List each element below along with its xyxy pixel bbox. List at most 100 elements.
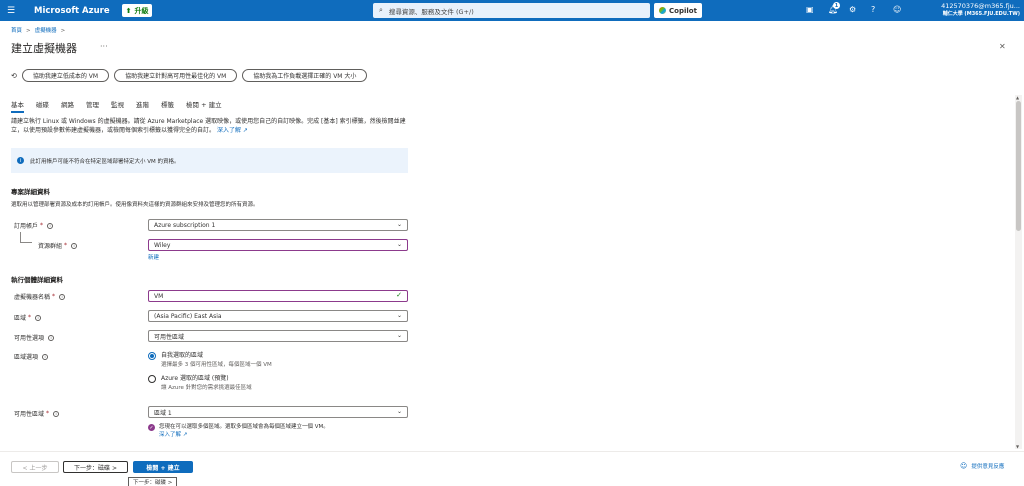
menu-icon[interactable]: ☰ — [0, 6, 22, 16]
account-menu[interactable]: 412570376@m365.fju... 輔仁大學 (M365.FJU.EDU… — [941, 2, 1020, 18]
tab-advanced[interactable]: 進階 — [136, 99, 149, 111]
breadcrumb-separator: > — [60, 28, 66, 34]
brand-link[interactable]: Microsoft Azure — [34, 6, 110, 16]
more-icon[interactable]: ··· — [100, 42, 108, 51]
info-icon[interactable]: i — [59, 293, 66, 300]
helper-vm-size-button[interactable]: 協助我為工作負載選擇正確的 VM 大小 — [242, 69, 368, 82]
copilot-icon — [659, 7, 667, 14]
page-title: 建立虛擬機器 — [11, 42, 77, 55]
next-disks-button[interactable]: 下一步：磁碟 > — [63, 461, 128, 473]
breadcrumb-home[interactable]: 首頁 — [11, 28, 22, 34]
chevron-down-icon: ⌄ — [396, 332, 402, 339]
required-marker: * — [46, 410, 50, 417]
region-value: (Asia Pacific) East Asia — [154, 312, 222, 320]
resource-group-dropdown[interactable]: Wiley ⌄ — [148, 239, 408, 251]
availability-zone-dropdown[interactable]: 區域 1 ⌄ — [148, 406, 408, 418]
scrollbar-thumb[interactable] — [1016, 101, 1021, 231]
radio2-subtitle: 讓 Azure 針對您的需求挑選最佳區域 — [161, 385, 252, 391]
radio1-title: 自我選取的區域 — [161, 352, 204, 359]
resource-group-label-text: 資源群組 — [38, 243, 63, 250]
next-button-tooltip: 下一步：磁碟 > — [128, 477, 178, 486]
scroll-down-icon[interactable]: ▼ — [1016, 444, 1019, 449]
feedback-icon[interactable]: ☺ — [893, 5, 901, 14]
tab-tags[interactable]: 標籤 — [161, 99, 174, 111]
create-new-resource-group-link[interactable]: 新建 — [148, 253, 159, 261]
intro-body: 請建立執行 Linux 或 Windows 的虛擬機器。請從 Azure Mar… — [11, 118, 406, 134]
availability-zone-label-text: 可用性區域 — [14, 411, 45, 418]
region-label: 區域 * i — [14, 313, 42, 322]
resource-group-value: Wiley — [154, 241, 171, 249]
info-icon[interactable]: i — [47, 222, 54, 229]
tab-monitoring[interactable]: 監視 — [111, 99, 124, 111]
give-feedback-link[interactable]: ☺ 提供意見反應 — [960, 462, 1004, 470]
copilot-button[interactable]: Copilot — [654, 3, 702, 18]
feedback-label: 提供意見反應 — [971, 464, 1005, 470]
breadcrumb: 首頁 > 虛擬機器 > — [11, 26, 69, 34]
subscription-value: Azure subscription 1 — [154, 221, 216, 229]
info-icon[interactable]: i — [71, 242, 78, 249]
region-dropdown[interactable]: (Asia Pacific) East Asia ⌄ — [148, 310, 408, 322]
vm-name-label: 虛擬機器名稱 * i — [14, 292, 66, 301]
tab-bar: 基本 磁碟 網路 管理 監視 進階 標籤 檢閱 + 建立 — [11, 99, 234, 113]
required-marker: * — [40, 222, 44, 229]
instance-details-heading: 執行個體詳細資料 — [11, 276, 63, 284]
copilot-helper-icon: ⟲ — [11, 71, 17, 80]
chevron-down-icon: ⌄ — [396, 241, 402, 248]
helper-low-cost-button[interactable]: 協助我建立低成本的 VM — [21, 69, 110, 82]
vm-name-input[interactable]: VM ✓ — [148, 290, 408, 302]
radio-button-selected[interactable] — [148, 352, 156, 360]
zone-note-learn-more-link[interactable]: 深入了解 ↗ — [159, 431, 329, 439]
account-user: 412570376@m365.fju... — [941, 2, 1020, 10]
required-marker: * — [64, 242, 68, 249]
breadcrumb-separator: > — [26, 28, 31, 34]
chevron-down-icon: ⌄ — [396, 312, 402, 319]
vm-name-value: VM — [154, 292, 164, 300]
subscription-dropdown[interactable]: Azure subscription 1 ⌄ — [148, 219, 408, 231]
footer-bar: < 上一步 下一步：磁碟 > 檢閱 + 建立 下一步：磁碟 > ☺ 提供意見反應 — [0, 451, 1024, 486]
info-banner: i 此訂用帳戶可能不符合在特定區域部署特定大小 VM 的資格。 — [11, 148, 408, 173]
upgrade-label: 升級 — [134, 6, 149, 15]
chevron-down-icon: ⌄ — [396, 408, 402, 415]
review-create-button[interactable]: 檢閱 + 建立 — [133, 461, 193, 473]
info-icon[interactable]: i — [35, 314, 42, 321]
tab-networking[interactable]: 網路 — [61, 99, 74, 111]
tab-management[interactable]: 管理 — [86, 99, 99, 111]
breadcrumb-vms[interactable]: 虛擬機器 — [35, 28, 57, 34]
info-banner-text: 此訂用帳戶可能不符合在特定區域部署特定大小 VM 的資格。 — [30, 158, 180, 165]
info-icon[interactable]: i — [53, 410, 60, 417]
required-marker: * — [52, 293, 56, 300]
radio2-title: Azure 選取的區域 (預覽) — [161, 375, 229, 382]
scroll-up-icon[interactable]: ▲ — [1016, 95, 1019, 100]
info-icon[interactable]: i — [48, 334, 55, 341]
radio-button[interactable] — [148, 375, 156, 383]
cloud-shell-icon[interactable]: ▣ — [806, 5, 814, 14]
tab-disks[interactable]: 磁碟 — [36, 99, 49, 111]
radio-azure-selected-zone[interactable]: Azure 選取的區域 (預覽) 讓 Azure 針對您的需求挑選最佳區域 — [148, 375, 252, 391]
zone-note: ✓ 您現在可以選取多個區域。選取多個區域會為每個區域建立一個 VM。 深入了解 … — [148, 423, 329, 439]
intro-learn-more-link[interactable]: 深入了解 ↗ — [217, 127, 248, 134]
vertical-scrollbar[interactable]: ▲ ▼ — [1015, 95, 1022, 449]
availability-options-dropdown[interactable]: 可用性區域 ⌄ — [148, 330, 408, 342]
feedback-person-icon: ☺ — [960, 462, 968, 470]
intro-text: 請建立執行 Linux 或 Windows 的虛擬機器。請從 Azure Mar… — [11, 117, 411, 135]
help-icon[interactable]: ? — [871, 5, 875, 14]
availability-options-label-text: 可用性選項 — [14, 335, 45, 342]
search-input[interactable]: ⌕ 搜尋資源、服務及文件 (G+/) — [373, 3, 650, 18]
availability-zone-label: 可用性區域 * i — [14, 409, 60, 418]
radio1-subtitle: 選擇最多 3 個可用性區域，每個區域一個 VM — [161, 362, 272, 368]
gear-icon[interactable]: ⚙ — [849, 5, 856, 14]
chevron-down-icon: ⌄ — [396, 221, 402, 228]
availability-zone-value: 區域 1 — [154, 409, 172, 417]
close-icon[interactable]: ✕ — [999, 42, 1006, 51]
required-marker: * — [28, 314, 32, 321]
previous-button[interactable]: < 上一步 — [11, 461, 59, 473]
radio-self-selected-zone[interactable]: 自我選取的區域 選擇最多 3 個可用性區域，每個區域一個 VM — [148, 352, 272, 368]
project-details-desc: 選取用以管理部署資源及成本的訂用帳戶。使用像資料夾這樣的資源群組來安排及管理您的… — [11, 202, 259, 208]
upgrade-button[interactable]: ⬆ 升級 — [121, 4, 153, 17]
tab-basics[interactable]: 基本 — [11, 99, 24, 113]
helper-high-availability-button[interactable]: 協助我建立針對高可用性最佳化的 VM — [114, 69, 238, 82]
info-icon[interactable]: i — [42, 353, 49, 360]
upgrade-icon: ⬆ — [125, 6, 132, 15]
search-icon: ⌕ — [379, 6, 383, 14]
tab-review-create[interactable]: 檢閱 + 建立 — [186, 99, 222, 111]
